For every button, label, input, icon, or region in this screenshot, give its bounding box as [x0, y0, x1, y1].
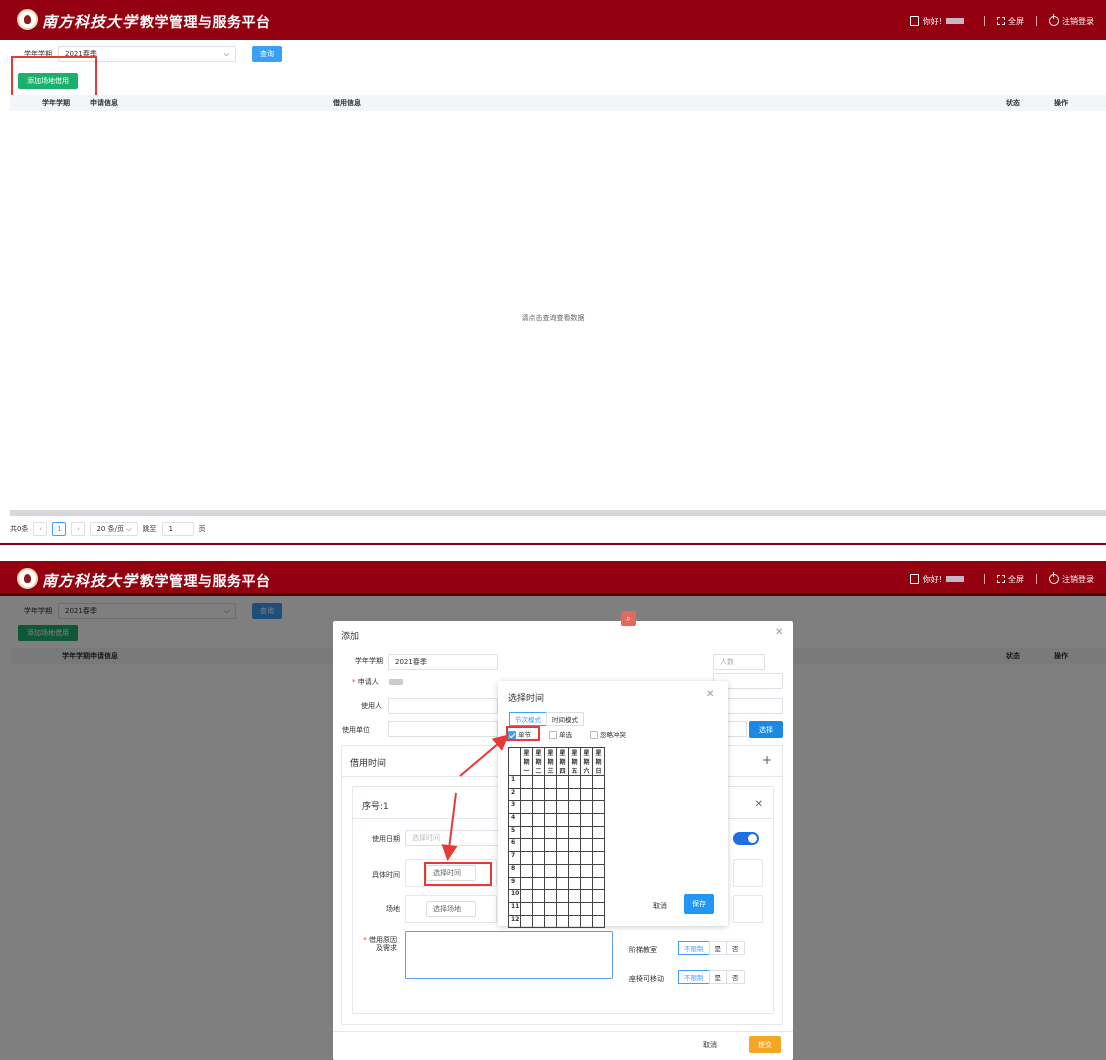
divider: [984, 16, 985, 26]
empty-message: 请点击查询查看数据: [521, 314, 585, 322]
header-actions: 你好! 全屏 注销登录: [909, 14, 1094, 28]
prev-page-icon[interactable]: ‹: [33, 522, 48, 536]
university-logo: [17, 9, 38, 30]
fullscreen-icon[interactable]: [997, 17, 1005, 25]
next-page-icon[interactable]: ›: [71, 522, 86, 536]
chevron-down-icon: ⌵: [223, 49, 229, 58]
jump-label: 跳至: [142, 525, 157, 533]
jump-input[interactable]: 1: [161, 522, 194, 536]
logout-button[interactable]: 注销登录: [1062, 16, 1094, 27]
horizontal-scrollbar[interactable]: [10, 510, 1106, 516]
arrow-to-single: [459, 734, 510, 777]
divider: [1036, 16, 1037, 26]
username-redacted: [946, 18, 964, 24]
query-button[interactable]: 查询: [252, 46, 282, 62]
fullscreen-button[interactable]: 全屏: [1008, 16, 1024, 27]
page-size-value: 20 条/页: [96, 525, 124, 533]
col-action: 操作: [1054, 99, 1068, 107]
annotation-arrows: [441, 734, 510, 861]
total-count: 共0条: [10, 525, 29, 533]
arrow-to-choose-time: [441, 792, 458, 861]
dialog-screen: 南方科技大学 教学管理与服务平台 你好! 全屏 注销登录 学年学期 2021春季…: [0, 561, 1106, 1060]
separator: [0, 540, 1106, 561]
platform-title: 教学管理与服务平台: [140, 15, 271, 31]
col-application: 申请信息: [90, 99, 118, 107]
highlight-box: [11, 56, 97, 98]
col-status: 状态: [1006, 99, 1020, 107]
greeting: 你好!: [922, 16, 942, 26]
user-icon: [909, 16, 919, 26]
university-name: 南方科技大学: [42, 13, 139, 31]
top-header: 南方科技大学 教学管理与服务平台 你好! 全屏 注销登录: [0, 0, 1106, 40]
col-term: 学年学期: [42, 99, 70, 107]
table-header: 学年学期 申请信息 借用信息 状态 操作: [10, 95, 1106, 111]
pagination: 共0条 ‹ 1 › 20 条/页 ⌵ 跳至 1 页: [10, 522, 206, 536]
page-unit: 页: [198, 525, 206, 533]
page-number[interactable]: 1: [52, 522, 67, 536]
col-borrow: 借用信息: [333, 99, 361, 107]
main-screen: 南方科技大学 教学管理与服务平台 你好! 全屏 注销登录 学年学期 2021春季…: [0, 0, 1106, 540]
page-size-select[interactable]: 20 条/页 ⌵: [90, 522, 138, 536]
power-icon[interactable]: [1049, 14, 1059, 26]
